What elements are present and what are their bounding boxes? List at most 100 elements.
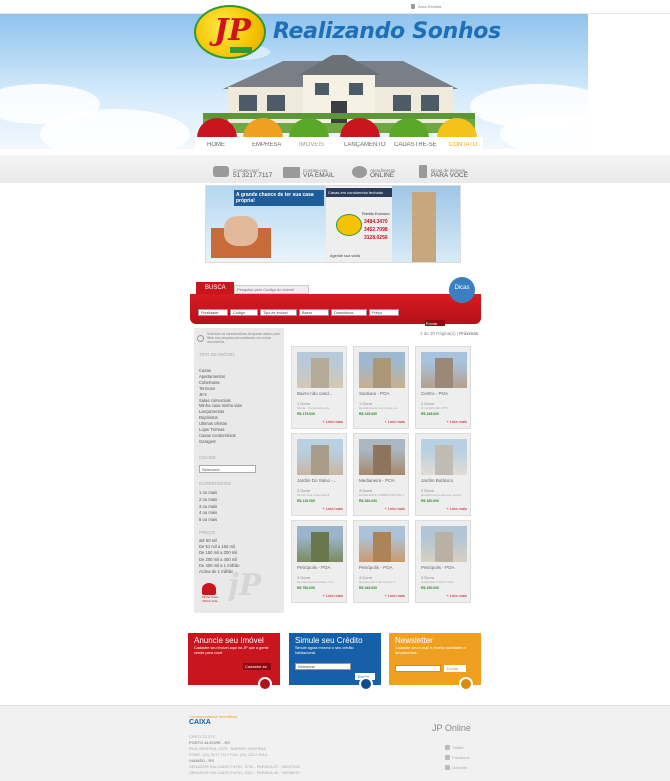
sidebar-rooms-item[interactable]: 1 ou mais [199, 490, 217, 495]
footer-social-facebook[interactable]: Facebook [452, 755, 470, 760]
sidebar-type-item[interactable]: Casas condomínios [199, 433, 236, 438]
nav-home[interactable]: HOME [207, 142, 225, 148]
listing-card[interactable]: Jardim Botânico 2 Dorm Residencial do Bosq… [415, 433, 471, 516]
sidebar-rooms-item[interactable]: 3 ou mais [199, 504, 217, 509]
listing-card[interactable]: Centro - POA 2 Dorm R. ALVES 320 APTO R$ 24… [415, 346, 471, 429]
select-finalidade[interactable]: Finalidade [198, 309, 228, 316]
select-preco[interactable]: Preço [369, 309, 399, 316]
listing-card[interactable]: Jardim Do Salso -... 2 Dorm Minha vista Ch… [291, 433, 347, 516]
listing-photo[interactable] [359, 439, 405, 475]
nav-cadastre[interactable]: CADASTRE-SE [394, 142, 437, 148]
listing-title: Jardim Botânico [421, 478, 454, 483]
listing-address: Minha - Tumbuteiros-dis [297, 406, 330, 410]
promo-newsletter[interactable]: Newsletter Cadastre seu e-mail e receba … [389, 633, 481, 691]
restricted-area-link[interactable]: Área Restrita [418, 4, 441, 9]
listing-more-link[interactable]: + Leia mais [446, 506, 467, 511]
sidebar-price-item[interactable]: De 200 mil a 400 mil [199, 557, 237, 562]
pager-next[interactable]: Próximas [459, 331, 478, 336]
listing-photo[interactable] [297, 526, 343, 562]
banner-ad[interactable]: A grande chance de ter sua casa própria!… [205, 185, 461, 263]
listing-more-link[interactable]: + Leia mais [322, 593, 343, 598]
sidebar-type-item[interactable]: Garagem [199, 439, 216, 444]
sidebar-type-item[interactable]: Depósitos [199, 415, 218, 420]
sidebar-type-item[interactable]: JK's [199, 392, 207, 397]
contact-online[interactable]: Atendimento ONLINE [370, 168, 395, 179]
listing-more-link[interactable]: + Leia mais [384, 506, 405, 511]
sidebar-rooms-item[interactable]: 4 ou mais [199, 510, 217, 515]
listing-photo[interactable] [421, 526, 467, 562]
tower-building [412, 192, 436, 262]
promo-simule-select[interactable]: Selecione [295, 663, 351, 670]
sidebar-price-item[interactable]: De 400 mil a 1 milhão [199, 563, 240, 568]
promo-simule-title: Simule seu Crédito [295, 636, 363, 645]
sidebar-price-item[interactable]: até 50 mil [199, 538, 217, 543]
search-icon [197, 335, 204, 342]
nav-lancamento[interactable]: LANÇAMENTO [344, 142, 386, 148]
nav-imoveis[interactable]: IMÓVEIS [299, 142, 324, 148]
select-codigo[interactable]: Código [230, 309, 258, 316]
sidebar-type-item[interactable]: Minha casa minha vida [199, 403, 242, 408]
sidebar-rooms-item[interactable]: 2 ou mais [199, 497, 217, 502]
search-submit-button[interactable]: Enviar [425, 320, 445, 326]
listing-more-link[interactable]: + Leia mais [384, 419, 405, 424]
listing-photo[interactable] [359, 526, 405, 562]
sidebar-type-item[interactable]: Lançamentos [199, 409, 224, 414]
sidebar-rooms-item[interactable]: 5 ou mais [199, 517, 217, 522]
listing-card[interactable]: Petrópolis - POA 3 Dorm Sofisticado 3 Dorm… [415, 520, 471, 603]
twitter-icon[interactable] [445, 745, 450, 750]
newsletter-email-input[interactable] [395, 665, 441, 672]
listing-card[interactable]: Petrópolis - POA 3 Dorm Residencial 3 dorm… [353, 520, 409, 603]
city-select[interactable]: Selecione [199, 465, 256, 473]
promo-simule-arrow-icon[interactable] [359, 677, 373, 691]
listing-card[interactable]: Sarduna - POA 1 Dorm Residência do outro l… [353, 346, 409, 429]
select-tipo[interactable]: Tipo de imóvel [260, 309, 297, 316]
sidebar-type-item[interactable]: Lojas Térreas [199, 427, 225, 432]
listing-more-link[interactable]: + Leia mais [322, 506, 343, 511]
promo-anuncie-text: Cadastre seu imóvel aqui na JP que a gen… [194, 646, 269, 655]
listing-photo[interactable] [297, 352, 343, 388]
sidebar-type-item[interactable]: Coberturas [199, 380, 220, 385]
promo-simule[interactable]: Simule seu Crédito Simule agora mesmo o … [289, 633, 381, 691]
footer-social-twitter[interactable]: Twitter [452, 745, 464, 750]
nav-contato[interactable]: CONTATO [449, 142, 477, 148]
select-bairro[interactable]: Bairro [299, 309, 329, 316]
promo-anuncie[interactable]: Anuncie seu Imóvel Cadastre seu imóvel a… [188, 633, 280, 691]
footer-social-linkedin[interactable]: LinkedIn [452, 765, 467, 770]
sidebar-type-item[interactable]: Ultimas ofertas [199, 421, 227, 426]
promo-newsletter-button[interactable]: Enviar [444, 665, 466, 672]
contact-phone[interactable]: Contate-nos! 51 3217.7117 [233, 168, 272, 179]
promo-newsletter-arrow-icon[interactable] [459, 677, 473, 691]
facebook-icon[interactable] [445, 755, 450, 760]
listing-more-link[interactable]: + Leia mais [446, 419, 467, 424]
nav-empresa[interactable]: EMPRESA [252, 142, 281, 148]
linkedin-icon[interactable] [445, 765, 450, 770]
listing-photo[interactable] [421, 439, 467, 475]
listing-more-link[interactable]: + Leia mais [322, 419, 343, 424]
listing-photo[interactable] [421, 352, 467, 388]
listing-more-link[interactable]: + Leia mais [384, 593, 405, 598]
footer-office-1-line-1: RUA GENERAL 1072 - BAIRRO SANTANA [189, 746, 266, 751]
listing-card[interactable]: Bairro não cand... 1 Dorm Minha - Tumbutei… [291, 346, 347, 429]
listing-price: R$ 115.000 [297, 499, 315, 503]
contact-tips[interactable]: Dicas de imóveis PARA VOCÊ [431, 168, 468, 179]
contact-email[interactable]: Contate-nos VIA EMAIL [303, 168, 334, 179]
listing-photo[interactable] [297, 439, 343, 475]
listing-card[interactable]: Petrópolis - POA 3 Dorm Residencial Grandi… [291, 520, 347, 603]
listing-card[interactable]: Medianeira - POA 3 Dorm EXCELENTE COBERTUR… [353, 433, 409, 516]
listing-more-link[interactable]: + Leia mais [446, 593, 467, 598]
sidebar-price-item[interactable]: De 150 mil a 200 mil [199, 550, 237, 555]
select-dormitorios[interactable]: Dormitórios [331, 309, 367, 316]
mcmv-badge[interactable]: Minha Casa Minha Vida [198, 583, 220, 605]
sidebar-type-item[interactable]: Apartamentos [199, 374, 225, 379]
dicas-badge[interactable]: Dicas [449, 277, 475, 303]
listing-photo[interactable] [359, 352, 405, 388]
sidebar-type-item[interactable]: Salas comerciais [199, 398, 231, 403]
sidebar-price-item[interactable]: De 51 mil a 150 mil [199, 544, 235, 549]
sidebar-price-item[interactable]: Acima de 1 milhão [199, 569, 233, 574]
promo-anuncie-arrow-icon[interactable] [258, 677, 272, 691]
search-input[interactable] [234, 285, 309, 294]
logo[interactable]: JP [194, 5, 266, 59]
sidebar-type-item[interactable]: Casas [199, 368, 211, 373]
sidebar-type-item[interactable]: Terrenos [199, 386, 215, 391]
promo-anuncie-button[interactable]: Cadastre-se [243, 663, 271, 670]
